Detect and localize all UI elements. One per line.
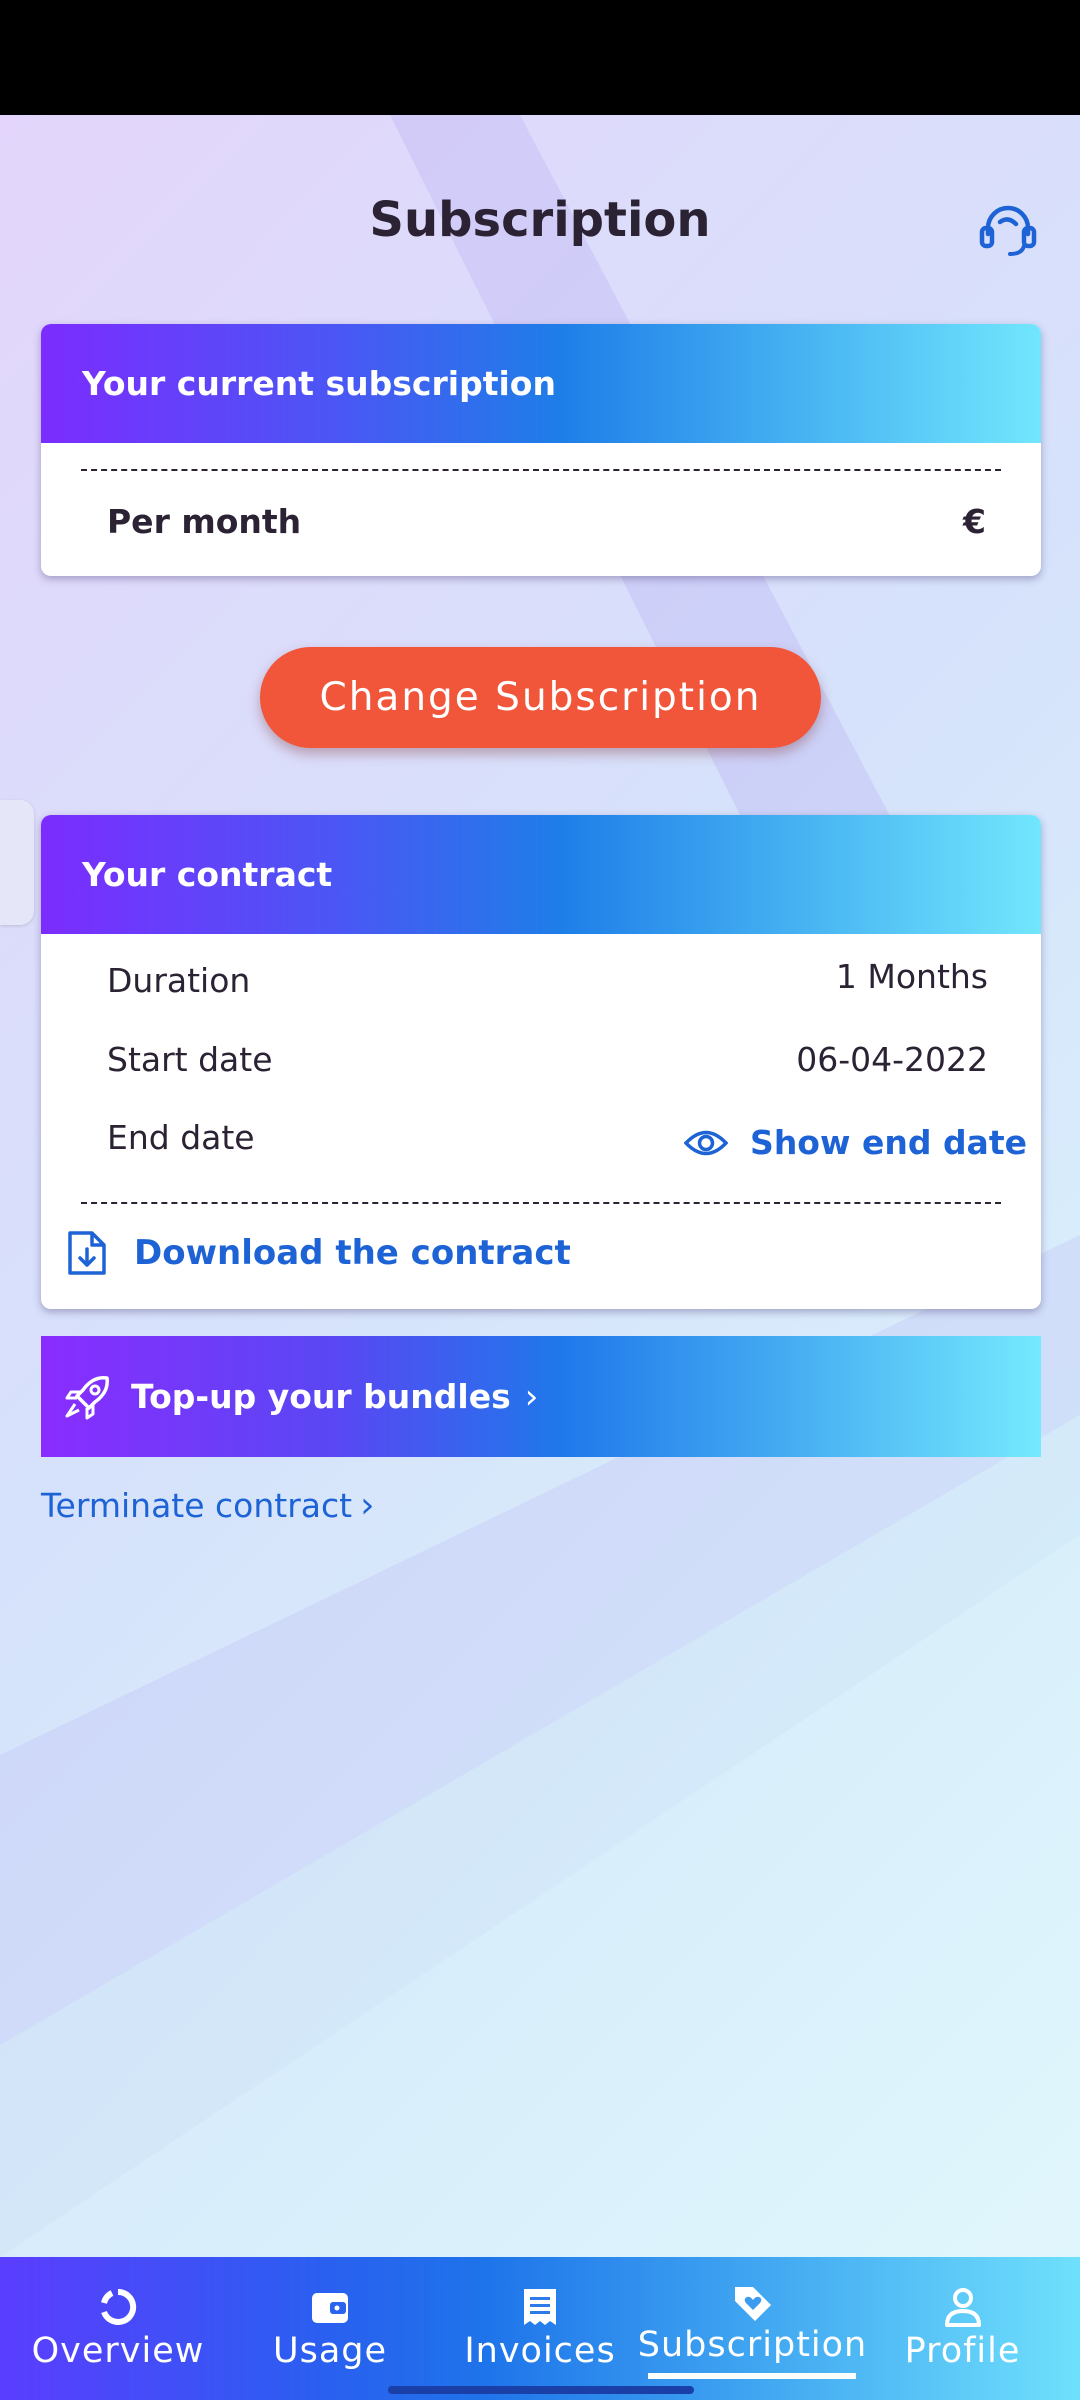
page-title: Subscription: [369, 192, 711, 248]
current-subscription-heading: Your current subscription: [41, 324, 1041, 443]
nav-label: Invoices: [464, 2331, 616, 2371]
side-drawer-handle[interactable]: [0, 800, 34, 925]
status-bar: [0, 0, 1080, 115]
nav-label: Overview: [31, 2331, 205, 2371]
per-month-label: Per month: [107, 502, 302, 541]
person-icon: [944, 2288, 981, 2327]
tag-heart-icon: [734, 2287, 771, 2321]
home-indicator[interactable]: [388, 2386, 694, 2394]
chevron-right-icon: ›: [524, 1376, 539, 1417]
nav-label: Usage: [272, 2331, 388, 2371]
nav-item-usage[interactable]: Usage: [250, 2257, 410, 2400]
divider: [81, 1202, 1001, 1204]
nav-label: Profile: [904, 2331, 1021, 2371]
bottom-navigation: Overview Usage Invoices Subscription Pro…: [0, 2257, 1080, 2400]
nav-item-profile[interactable]: Profile: [885, 2257, 1040, 2400]
download-contract-link[interactable]: Download the contract: [66, 1229, 571, 1277]
headset-icon: [979, 205, 1037, 256]
terminate-contract-link[interactable]: Terminate contract ›: [41, 1485, 375, 1526]
active-tab-indicator: [648, 2373, 856, 2379]
duration-label: Duration: [107, 961, 251, 1000]
show-end-date-button[interactable]: Show end date: [684, 1123, 1027, 1162]
start-date-label: Start date: [107, 1040, 273, 1079]
eye-icon: [684, 1130, 729, 1155]
nav-item-invoices[interactable]: Invoices: [455, 2257, 625, 2400]
support-button[interactable]: [978, 200, 1038, 256]
show-end-date-label: Show end date: [750, 1123, 1027, 1162]
per-month-value: €: [963, 502, 986, 541]
start-date-value: 06-04-2022: [796, 1040, 988, 1079]
current-subscription-card: Your current subscription Per month €: [41, 324, 1041, 576]
divider: [81, 469, 1001, 471]
nav-label: Subscription: [637, 2325, 868, 2365]
nav-item-overview[interactable]: Overview: [28, 2257, 208, 2400]
wallet-icon: [312, 2293, 348, 2323]
topup-bundles-banner[interactable]: Top-up your bundles ›: [41, 1336, 1041, 1457]
duration-value: 1 Months: [835, 957, 988, 996]
end-date-label: End date: [107, 1118, 255, 1157]
topup-bundles-label: Top-up your bundles: [131, 1377, 511, 1416]
contract-heading: Your contract: [41, 815, 1041, 934]
download-contract-label: Download the contract: [134, 1233, 571, 1273]
receipt-icon: [524, 2289, 556, 2325]
terminate-contract-label: Terminate contract: [41, 1486, 353, 1525]
change-subscription-button[interactable]: Change Subscription: [260, 647, 821, 748]
chevron-right-icon: ›: [360, 1485, 375, 1526]
file-download-icon: [68, 1231, 106, 1275]
rocket-icon: [65, 1375, 109, 1419]
overview-icon: [101, 2288, 137, 2325]
